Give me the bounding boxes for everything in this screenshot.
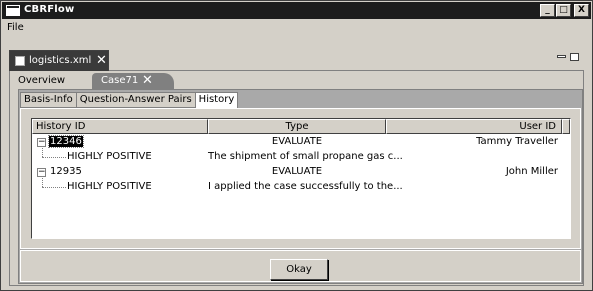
tab-question-answer-pairs[interactable]: Question-Answer Pairs bbox=[75, 92, 195, 108]
tab-case71[interactable]: Case71 ✕ bbox=[92, 73, 174, 90]
close-button[interactable]: X bbox=[574, 4, 589, 17]
history-type: The shipment of small propane gas c... bbox=[208, 151, 403, 162]
window-controls: _ □ X bbox=[540, 4, 589, 17]
tab-basis-info[interactable]: Basis-Info bbox=[20, 92, 76, 108]
history-id: HIGHLY POSITIVE bbox=[67, 151, 152, 162]
column-header-history-id[interactable]: History ID bbox=[32, 119, 208, 134]
maximize-button[interactable]: □ bbox=[556, 4, 571, 17]
close-case-tab-icon[interactable]: ✕ bbox=[142, 73, 153, 88]
history-id: 12935 bbox=[50, 166, 82, 177]
history-type: I applied the case successfully to the..… bbox=[208, 181, 403, 192]
history-id: 12346 bbox=[48, 135, 84, 148]
collapse-icon[interactable]: − bbox=[37, 138, 46, 147]
tab-case-label: Case71 bbox=[101, 75, 139, 86]
column-header-filler bbox=[562, 119, 570, 134]
minimize-view-icon[interactable] bbox=[557, 55, 566, 58]
okay-button[interactable]: Okay bbox=[270, 259, 328, 280]
history-user: Tammy Traveller bbox=[476, 136, 558, 147]
menu-bar: File bbox=[2, 20, 591, 36]
history-table[interactable]: History ID Type User ID − 12346 EVALUATE… bbox=[31, 118, 571, 239]
table-row[interactable]: HIGHLY POSITIVE The shipment of small pr… bbox=[32, 150, 570, 165]
tab-history[interactable]: History bbox=[194, 92, 239, 109]
table-row[interactable]: − 12346 EVALUATE Tammy Traveller bbox=[32, 135, 570, 150]
table-row[interactable]: HIGHLY POSITIVE I applied the case succe… bbox=[32, 180, 570, 195]
close-tab-icon[interactable]: ✕ bbox=[96, 53, 107, 68]
menu-file[interactable]: File bbox=[7, 22, 24, 33]
editor-tab-logistics[interactable]: logistics.xml ✕ bbox=[9, 50, 109, 71]
window-title: CBRFlow bbox=[24, 4, 75, 15]
app-window-icon bbox=[6, 5, 20, 16]
history-type: EVALUATE bbox=[271, 166, 323, 177]
column-header-user-id[interactable]: User ID bbox=[386, 119, 562, 134]
case-tabs: Overview Case71 ✕ bbox=[13, 73, 581, 90]
file-icon bbox=[15, 56, 25, 66]
minimize-button[interactable]: _ bbox=[540, 4, 555, 17]
history-id: HIGHLY POSITIVE bbox=[67, 181, 152, 192]
table-header: History ID Type User ID bbox=[32, 119, 570, 134]
sub-tabs: Basis-Info Question-Answer Pairs History bbox=[20, 92, 239, 109]
title-bar[interactable]: CBRFlow _ □ X bbox=[2, 2, 591, 19]
table-row[interactable]: − 12935 EVALUATE John Miller bbox=[32, 165, 570, 180]
tab-overview[interactable]: Overview bbox=[18, 75, 65, 86]
history-type: EVALUATE bbox=[271, 136, 323, 147]
view-controls bbox=[557, 53, 579, 61]
editor-tab-label: logistics.xml bbox=[29, 55, 92, 66]
column-header-type[interactable]: Type bbox=[208, 119, 386, 134]
maximize-view-icon[interactable] bbox=[570, 53, 579, 61]
history-user: John Miller bbox=[505, 166, 558, 177]
collapse-icon[interactable]: − bbox=[37, 168, 46, 177]
